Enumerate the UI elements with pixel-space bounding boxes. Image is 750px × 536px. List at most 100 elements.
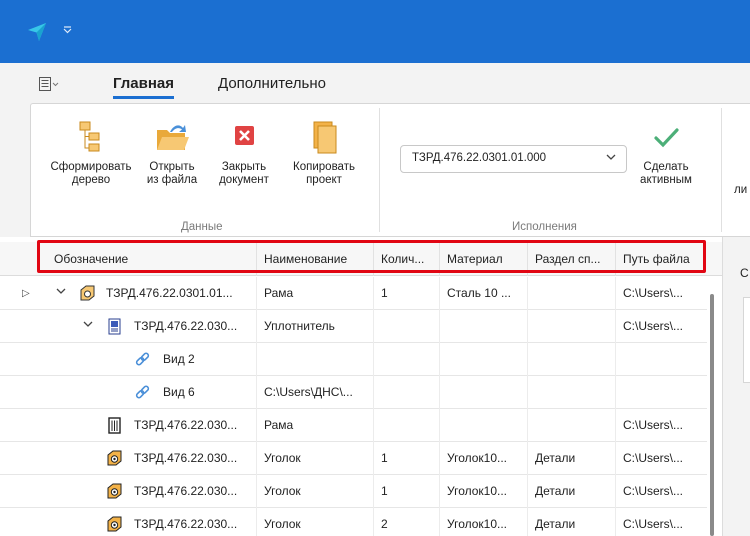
column-header-section[interactable]: Раздел сп...	[527, 242, 615, 276]
table-row[interactable]: Вид 6 C:\Users\ДНС\...	[0, 376, 707, 409]
name-cell: Уголок	[256, 475, 373, 508]
section-cell	[527, 376, 615, 409]
part-icon	[107, 450, 122, 466]
make-active-button[interactable]: Сделать активным	[631, 120, 701, 187]
copy-project-label: Копировать проект	[293, 161, 355, 186]
designation-cell: ТЗРД.476.22.030...	[134, 451, 238, 465]
execution-select-value: ТЗРД.476.22.0301.01.000	[412, 152, 547, 164]
tree-structure-icon	[79, 121, 100, 152]
chevron-down-icon[interactable]	[83, 310, 93, 343]
tab-main[interactable]: Главная	[113, 75, 175, 99]
vertical-scrollbar[interactable]	[707, 294, 717, 536]
material-cell	[439, 343, 527, 376]
checkmark-icon	[654, 128, 679, 148]
table-row[interactable]: ТЗРД.476.22.030... Рама C:\Users\...	[0, 409, 707, 442]
column-header-name[interactable]: Наименование	[256, 242, 373, 276]
link-icon	[135, 352, 150, 366]
table-row[interactable]: ТЗРД.476.22.030... Уголок 1 Уголок10... …	[0, 442, 707, 475]
build-tree-button[interactable]: Сформировать дерево	[45, 120, 137, 187]
column-header-material[interactable]: Материал	[439, 242, 527, 276]
group-label-executions: Исполнения	[512, 221, 577, 233]
designation-cell: Вид 6	[163, 385, 195, 399]
material-cell	[439, 409, 527, 442]
section-cell: Детали	[527, 442, 615, 475]
spec-doc-icon	[108, 417, 121, 434]
path-cell: C:\Users\...	[615, 310, 707, 343]
path-cell	[615, 376, 707, 409]
table-row[interactable]: Вид 2	[0, 343, 707, 376]
group-label-data: Данные	[181, 221, 223, 233]
link-icon	[135, 385, 150, 399]
path-cell	[615, 343, 707, 376]
path-cell: C:\Users\...	[615, 277, 707, 310]
designation-cell: ТЗРД.476.22.030...	[134, 418, 238, 432]
section-cell: Детали	[527, 508, 615, 536]
quantity-cell	[373, 310, 439, 343]
section-cell	[527, 409, 615, 442]
quantity-cell	[373, 409, 439, 442]
name-cell	[256, 343, 373, 376]
material-cell: Уголок10...	[439, 508, 527, 536]
tab-additional[interactable]: Дополнительно	[218, 75, 326, 92]
copy-project-button[interactable]: Копировать проект	[285, 120, 363, 187]
group-separator	[379, 108, 380, 232]
name-cell: Рама	[256, 277, 373, 310]
path-cell: C:\Users\...	[615, 409, 707, 442]
quantity-cell: 1	[373, 277, 439, 310]
name-cell: C:\Users\ДНС\...	[256, 376, 373, 409]
column-header-quantity[interactable]: Колич...	[373, 242, 439, 276]
designation-cell: ТЗРД.476.22.030...	[134, 517, 238, 531]
column-header-path[interactable]: Путь файла	[615, 242, 707, 276]
path-cell: C:\Users\...	[615, 508, 707, 536]
quantity-cell: 2	[373, 508, 439, 536]
ribbon-tabs: Главная Дополнительно	[0, 63, 750, 103]
open-file-label: Открыть из файла	[146, 161, 198, 186]
table-row[interactable]: ▷ ТЗРД.476.22.0301.01... Рама 1 Сталь 10…	[0, 277, 707, 310]
column-header-designation[interactable]: Обозначение	[47, 242, 257, 276]
quantity-cell: 1	[373, 475, 439, 508]
open-folder-icon	[157, 125, 189, 150]
build-tree-label: Сформировать дерево	[50, 161, 132, 186]
make-active-label: Сделать активным	[640, 161, 692, 186]
path-cell: C:\Users\...	[615, 442, 707, 475]
quantity-cell	[373, 376, 439, 409]
material-cell	[439, 310, 527, 343]
side-panel-label: С	[740, 266, 749, 280]
grid-header: Обозначение Наименование Колич... Матери…	[0, 242, 722, 276]
material-cell: Уголок10...	[439, 442, 527, 475]
section-cell	[527, 310, 615, 343]
title-bar	[0, 0, 750, 63]
material-cell: Уголок10...	[439, 475, 527, 508]
close-document-icon	[235, 126, 254, 145]
section-cell	[527, 343, 615, 376]
app-menu-icon[interactable]	[39, 77, 59, 94]
path-cell: C:\Users\...	[615, 475, 707, 508]
side-panel: С	[722, 237, 750, 536]
copy-project-icon	[313, 121, 337, 154]
designation-cell: ТЗРД.476.22.030...	[134, 484, 238, 498]
designation-cell: Вид 2	[163, 352, 195, 366]
open-file-button[interactable]: Открыть из файла	[141, 120, 203, 187]
quantity-cell: 1	[373, 442, 439, 475]
group-separator	[721, 108, 722, 232]
table-row[interactable]: ТЗРД.476.22.030... Уголок 2 Уголок10... …	[0, 508, 707, 536]
send-arrow-icon[interactable]	[27, 22, 47, 45]
material-cell	[439, 376, 527, 409]
table-row[interactable]: ТЗРД.476.22.030... Уплотнитель C:\Users\…	[0, 310, 707, 343]
ribbon-cutoff-label: ли	[734, 184, 748, 196]
execution-select[interactable]: ТЗРД.476.22.0301.01.000	[400, 145, 627, 173]
part-icon	[107, 516, 122, 532]
scrollbar-thumb[interactable]	[710, 294, 714, 536]
assembly-icon	[80, 285, 95, 301]
side-panel-box	[743, 297, 750, 383]
table-row[interactable]: ТЗРД.476.22.030... Уголок 1 Уголок10... …	[0, 475, 707, 508]
tree-grid: Обозначение Наименование Колич... Матери…	[0, 237, 722, 536]
close-document-label: Закрыть документ	[219, 161, 269, 186]
quick-access-dropdown-icon[interactable]	[63, 25, 72, 37]
name-cell: Уголок	[256, 442, 373, 475]
chevron-down-icon[interactable]	[56, 277, 66, 310]
designation-cell: ТЗРД.476.22.0301.01...	[106, 286, 233, 300]
row-selector-icon[interactable]: ▷	[22, 277, 30, 310]
close-document-button[interactable]: Закрыть документ	[211, 120, 277, 187]
name-cell: Уплотнитель	[256, 310, 373, 343]
